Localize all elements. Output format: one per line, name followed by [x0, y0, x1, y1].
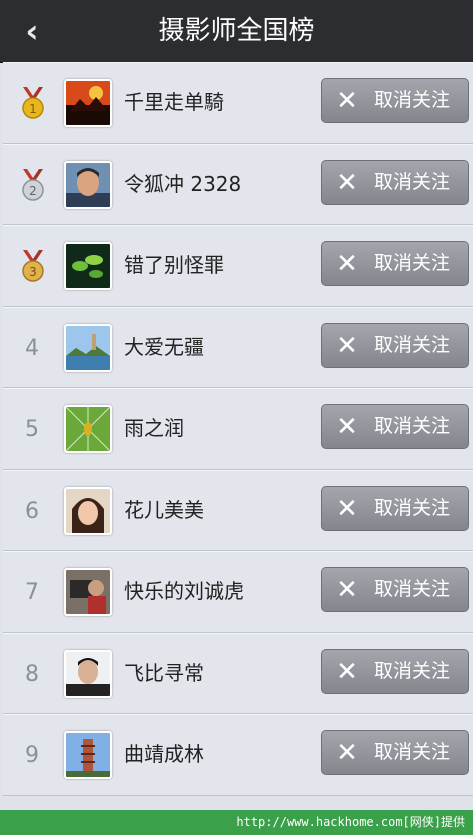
- unfollow-label: 取消关注: [374, 496, 451, 519]
- close-icon: ✕: [336, 493, 358, 524]
- unfollow-button[interactable]: ✕ 取消关注: [321, 648, 469, 694]
- unfollow-label: 取消关注: [374, 89, 451, 111]
- list-item[interactable]: 5 雨之润 ✕ 取消关注: [3, 388, 473, 470]
- user-name[interactable]: 错了别怪罪: [124, 226, 224, 307]
- unfollow-label: 取消关注: [374, 741, 451, 763]
- rank-number: 8: [25, 661, 39, 687]
- list-item[interactable]: 1 千里走单騎 ✕ 取消关注: [3, 62, 473, 144]
- svg-text:2: 2: [29, 184, 37, 198]
- unfollow-label: 取消关注: [374, 170, 451, 193]
- avatar[interactable]: [64, 79, 112, 127]
- close-icon: ✕: [336, 167, 358, 198]
- close-icon: ✕: [336, 656, 358, 687]
- avatar[interactable]: [64, 486, 112, 535]
- user-name[interactable]: 雨之润: [124, 389, 184, 470]
- close-icon: ✕: [336, 330, 358, 361]
- close-icon: ✕: [336, 575, 358, 605]
- unfollow-label: 取消关注: [374, 252, 451, 274]
- close-icon: ✕: [336, 412, 358, 442]
- list-item[interactable]: 7 快乐的刘诚虎 ✕ 取消关注: [3, 551, 473, 633]
- avatar[interactable]: [64, 405, 112, 453]
- svg-text:1: 1: [29, 102, 37, 116]
- rank-number: 9: [25, 743, 39, 768]
- user-name[interactable]: 曲靖成林: [124, 715, 204, 796]
- list-item[interactable]: 9 曲靖成林 ✕ 取消关注: [3, 714, 473, 796]
- unfollow-button[interactable]: ✕ 取消关注: [321, 322, 469, 368]
- unfollow-label: 取消关注: [374, 578, 451, 600]
- list-item[interactable]: 8 飞比寻常 ✕ 取消关注: [3, 632, 473, 715]
- close-icon: ✕: [336, 738, 358, 768]
- user-name[interactable]: 千里走单騎: [124, 63, 224, 144]
- watermark-bar: http://www.hackhome.com[网侠]提供: [0, 810, 473, 835]
- avatar[interactable]: [64, 731, 112, 779]
- unfollow-label: 取消关注: [374, 415, 451, 437]
- user-name[interactable]: 大爱无疆: [124, 308, 204, 389]
- close-icon: ✕: [336, 86, 358, 116]
- list-item[interactable]: 3 错了别怪罪 ✕ 取消关注: [3, 225, 473, 307]
- list-item[interactable]: 6 花儿美美 ✕ 取消关注: [3, 469, 473, 552]
- silver-medal-icon: 2: [22, 168, 44, 201]
- svg-text:3: 3: [29, 265, 37, 279]
- avatar[interactable]: [64, 160, 112, 209]
- watermark-text: http://www.hackhome.com[网侠]提供: [236, 815, 465, 829]
- rank-number: 4: [25, 335, 39, 361]
- avatar[interactable]: [64, 242, 112, 290]
- user-name[interactable]: 飞比寻常: [124, 634, 204, 715]
- rank-number: 5: [25, 417, 39, 442]
- user-name[interactable]: 花儿美美: [124, 471, 204, 552]
- rank-number: 6: [25, 498, 39, 524]
- unfollow-button[interactable]: ✕ 取消关注: [321, 159, 469, 205]
- unfollow-button[interactable]: ✕ 取消关注: [321, 730, 469, 775]
- avatar[interactable]: [64, 323, 112, 372]
- user-name[interactable]: 快乐的刘诚虎: [124, 552, 244, 633]
- close-icon: ✕: [336, 249, 358, 279]
- photographer-ranking-list: 1 千里走单騎 ✕ 取消关注 2 令狐冲 2328 ✕ 取消关注 3 错了别怪罪…: [3, 62, 473, 796]
- top-bar: ‹ 摄影师全国榜: [0, 0, 473, 63]
- rank-number: 7: [25, 580, 39, 605]
- user-name[interactable]: 令狐冲 2328: [124, 145, 241, 226]
- unfollow-button[interactable]: ✕ 取消关注: [321, 485, 469, 531]
- list-item[interactable]: 2 令狐冲 2328 ✕ 取消关注: [3, 143, 473, 226]
- unfollow-label: 取消关注: [374, 659, 451, 682]
- unfollow-button[interactable]: ✕ 取消关注: [321, 567, 469, 612]
- unfollow-button[interactable]: ✕ 取消关注: [321, 404, 469, 449]
- page-title: 摄影师全国榜: [158, 16, 315, 46]
- avatar[interactable]: [64, 649, 112, 698]
- bronze-medal-icon: 3: [22, 250, 44, 282]
- unfollow-button[interactable]: ✕ 取消关注: [321, 78, 469, 123]
- unfollow-label: 取消关注: [374, 333, 451, 356]
- gold-medal-icon: 1: [22, 87, 44, 119]
- avatar[interactable]: [64, 568, 112, 616]
- list-item[interactable]: 4 大爱无疆 ✕ 取消关注: [3, 306, 473, 389]
- unfollow-button[interactable]: ✕ 取消关注: [321, 241, 469, 286]
